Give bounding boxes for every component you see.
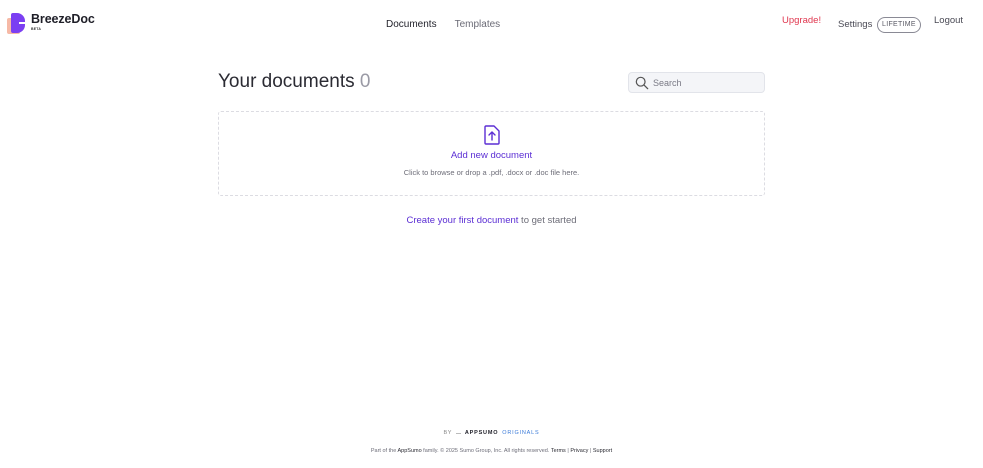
legal-brand: AppSumo bbox=[397, 448, 422, 454]
upload-dropzone[interactable]: Add new document Click to browse or drop… bbox=[218, 111, 765, 196]
document-count: 0 bbox=[359, 71, 371, 92]
nav-documents[interactable]: Documents bbox=[386, 19, 437, 30]
breezedoc-logo-icon bbox=[7, 13, 27, 35]
privacy-link[interactable]: Privacy bbox=[570, 448, 588, 454]
search-box[interactable] bbox=[628, 72, 765, 93]
logout-link[interactable]: Logout bbox=[934, 15, 963, 26]
legal-prefix: Part of the bbox=[370, 448, 398, 454]
search-icon bbox=[635, 76, 649, 89]
empty-state-suffix: to get started bbox=[518, 215, 577, 226]
footer-by: BY bbox=[443, 430, 452, 436]
dropzone-hint: Click to browse or drop a .pdf, .docx or… bbox=[403, 168, 580, 177]
empty-state-message: Create your first document to get starte… bbox=[0, 215, 983, 226]
search-input[interactable] bbox=[653, 77, 763, 88]
originals-label: ORIGINALS bbox=[502, 430, 540, 436]
upgrade-link[interactable]: Upgrade! bbox=[782, 15, 821, 26]
top-header: BreezeDoc BETA Documents Templates Upgra… bbox=[0, 0, 983, 50]
settings-link[interactable]: Settings bbox=[838, 19, 872, 30]
footer-dash bbox=[455, 432, 461, 434]
main-nav: Documents Templates bbox=[386, 19, 500, 30]
legal-middle: family. © 2025 Sumo Group, Inc. All righ… bbox=[421, 448, 551, 454]
support-link[interactable]: Support bbox=[593, 448, 612, 454]
create-first-document-link[interactable]: Create your first document bbox=[406, 215, 518, 226]
plan-badge: LIFETIME bbox=[877, 17, 921, 33]
footer-legal: Part of the AppSumo family. © 2025 Sumo … bbox=[0, 448, 983, 454]
add-new-document[interactable]: Add new document bbox=[219, 150, 764, 161]
appsumo-logo: APPSUMO bbox=[464, 430, 499, 436]
logo-name: BreezeDoc bbox=[31, 12, 95, 26]
beta-badge: BETA bbox=[31, 26, 42, 31]
page-title: Your documents 0 bbox=[218, 71, 370, 93]
footer-brand[interactable]: BY APPSUMO ORIGINALS bbox=[0, 430, 983, 436]
terms-link[interactable]: Terms bbox=[551, 448, 566, 454]
upload-file-icon bbox=[484, 125, 500, 145]
page-title-text: Your documents bbox=[218, 71, 355, 92]
nav-templates[interactable]: Templates bbox=[455, 19, 501, 30]
brand-logo[interactable]: BreezeDoc BETA bbox=[7, 13, 95, 35]
